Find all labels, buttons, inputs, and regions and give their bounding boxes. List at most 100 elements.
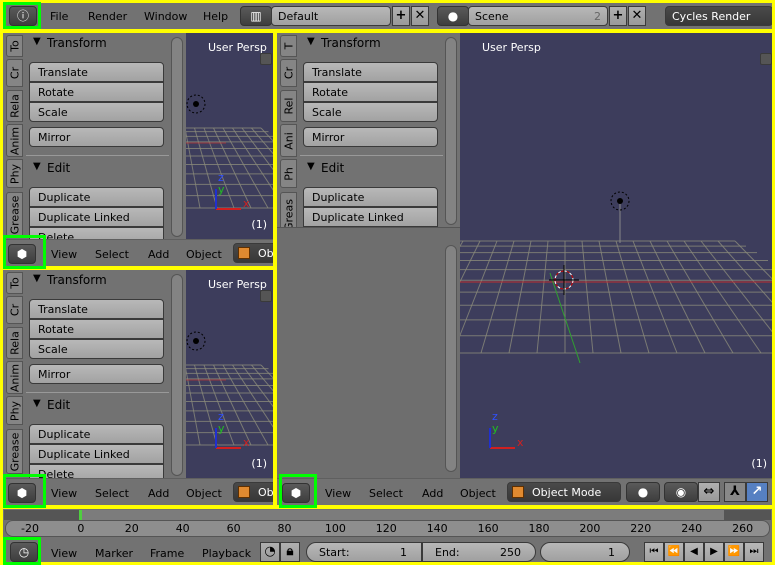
operator-scrollbar[interactable] [445, 245, 457, 472]
toolshelf-tab-4[interactable]: Phy [6, 159, 23, 188]
manipulator-toggle[interactable]: ⇔ [698, 482, 720, 502]
lock-range-button[interactable]: 🔒︎ [280, 542, 300, 562]
toolshelf-tab-1[interactable]: Cr [6, 296, 23, 324]
toolshelf-tab-0[interactable]: To [6, 35, 23, 57]
timeline-menu-view[interactable]: View [51, 547, 77, 560]
timeline-menu-frame[interactable]: Frame [150, 547, 184, 560]
viewport-shading-dropdown[interactable]: ● [626, 482, 660, 502]
toolshelf-scrollbar[interactable] [171, 274, 183, 476]
tool-button-duplicate[interactable]: Duplicate [29, 187, 164, 207]
tool-button-duplicate-linked[interactable]: Duplicate Linked [29, 207, 164, 227]
pivot-point-dropdown[interactable]: ◉ [664, 482, 698, 502]
header-menu-add[interactable]: Add [148, 487, 169, 500]
scene-button[interactable]: ● [437, 6, 469, 26]
jump-start-button[interactable]: ⏮ [644, 542, 664, 562]
timeline-menu-marker[interactable]: Marker [95, 547, 133, 560]
tool-button-translate[interactable]: Translate [303, 62, 438, 82]
toolshelf-tab-2[interactable]: Rel [280, 90, 297, 122]
start-frame-field[interactable]: Start: 1 [306, 542, 422, 562]
tool-button-duplicate-linked[interactable]: Duplicate Linked [303, 207, 438, 227]
timeline-menu-playback[interactable]: Playback [202, 547, 251, 560]
remove-scene-button[interactable]: ✕ [628, 6, 646, 26]
header-menu-object[interactable]: Object [186, 487, 222, 500]
toolshelf-scrollbar[interactable] [445, 37, 457, 225]
tool-button-delete[interactable]: Delete [29, 464, 164, 478]
menu-render[interactable]: Render [88, 10, 127, 23]
screen-layout-button[interactable]: ▥ [240, 6, 272, 26]
tool-button-mirror[interactable]: Mirror [29, 127, 164, 147]
mode-dropdown[interactable]: Object Mode [507, 482, 621, 502]
menu-help[interactable]: Help [203, 10, 228, 23]
toolshelf-tab-3[interactable]: Anim [6, 124, 23, 157]
play-reverse-button[interactable]: ◀ [684, 542, 704, 562]
header-menu-object[interactable]: Object [186, 248, 222, 261]
toolshelf-tab-2[interactable]: Rela [6, 327, 23, 359]
playhead[interactable] [79, 510, 82, 520]
add-layout-button[interactable]: + [392, 6, 410, 26]
header-menu-select[interactable]: Select [369, 487, 403, 500]
viewport-3d[interactable]: User Persp (1) x y z [460, 33, 773, 478]
header-menu-view[interactable]: View [325, 487, 351, 500]
screen-layout-field[interactable]: Default [271, 6, 391, 26]
header-menu-add[interactable]: Add [148, 248, 169, 261]
tool-button-scale[interactable]: Scale [303, 102, 438, 122]
header-menu-object[interactable]: Object [460, 487, 496, 500]
scene-field[interactable]: Scene 2 [468, 6, 608, 26]
edit-panel-header[interactable]: Edit [47, 398, 70, 412]
viewport-3d[interactable]: User Persp (1) x y z [186, 270, 273, 478]
jump-keyframe-forward-button[interactable]: ⏩ [724, 542, 744, 562]
editor-type-3d-button[interactable]: ⬢ [8, 244, 36, 264]
transform-panel-header[interactable]: Transform [47, 36, 107, 50]
toolshelf-tab-0[interactable]: T [280, 35, 297, 57]
toolshelf-tab-5[interactable]: Grease [6, 192, 23, 237]
tool-button-duplicate[interactable]: Duplicate [29, 424, 164, 444]
header-menu-select[interactable]: Select [95, 487, 129, 500]
tool-button-scale[interactable]: Scale [29, 339, 164, 359]
tool-button-mirror[interactable]: Mirror [29, 364, 164, 384]
header-menu-view[interactable]: View [51, 487, 77, 500]
transform-axes-icon[interactable]: ⅄ [724, 482, 746, 502]
tool-button-duplicate-linked[interactable]: Duplicate Linked [29, 444, 164, 464]
edit-panel-header[interactable]: Edit [47, 161, 70, 175]
end-frame-field[interactable]: End: 250 [422, 542, 536, 562]
tool-button-rotate[interactable]: Rotate [29, 82, 164, 102]
tool-button-mirror[interactable]: Mirror [303, 127, 438, 147]
menu-window[interactable]: Window [144, 10, 187, 23]
transform-panel-header[interactable]: Transform [321, 36, 381, 50]
toolshelf-tab-1[interactable]: Cr [280, 59, 297, 87]
play-button[interactable]: ▶ [704, 542, 724, 562]
toolshelf-tab-3[interactable]: Ani [280, 124, 297, 157]
tool-button-duplicate[interactable]: Duplicate [303, 187, 438, 207]
toolshelf-tab-1[interactable]: Cr [6, 59, 23, 87]
tool-button-rotate[interactable]: Rotate [29, 319, 164, 339]
render-engine-dropdown[interactable]: Cycles Render [665, 6, 773, 26]
toolshelf-scrollbar[interactable] [171, 37, 183, 237]
viewport-3d[interactable]: User Persp (1) x y z [186, 33, 273, 239]
properties-expand-button[interactable] [260, 290, 272, 302]
tool-button-delete[interactable]: Delete [29, 227, 164, 239]
toolshelf-tab-2[interactable]: Rela [6, 90, 23, 122]
timeline-area[interactable] [4, 510, 771, 520]
translate-manipulator-button[interactable]: ↗ [746, 482, 768, 502]
tool-button-translate[interactable]: Translate [29, 299, 164, 319]
toolshelf-tab-3[interactable]: Anim [6, 361, 23, 394]
editor-type-timeline-button[interactable]: ◷ [10, 542, 38, 562]
transform-panel-header[interactable]: Transform [47, 273, 107, 287]
header-menu-view[interactable]: View [51, 248, 77, 261]
tool-button-rotate[interactable]: Rotate [303, 82, 438, 102]
current-frame-field[interactable]: 1 [540, 542, 630, 562]
remove-layout-button[interactable]: ✕ [411, 6, 429, 26]
editor-type-info-button[interactable]: ⓘ [9, 6, 37, 26]
timeline-scrollbar[interactable]: -20 0 20 40 60 80 100 120 140 160 180 200 220 240 260 [5, 520, 770, 537]
toolshelf-tab-4[interactable]: Phy [6, 396, 23, 425]
jump-end-button[interactable]: ⏭ [744, 542, 764, 562]
editor-type-3d-button[interactable]: ⬢ [8, 483, 36, 503]
header-menu-add[interactable]: Add [422, 487, 443, 500]
toolshelf-tab-5[interactable]: Grease [6, 429, 23, 474]
menu-file[interactable]: File [50, 10, 68, 23]
preview-range-button[interactable]: ◔ [260, 542, 280, 562]
toolshelf-tab-4[interactable]: Ph [280, 159, 297, 188]
jump-keyframe-back-button[interactable]: ⏪ [664, 542, 684, 562]
tool-button-scale[interactable]: Scale [29, 102, 164, 122]
toolshelf-tab-0[interactable]: To [6, 272, 23, 294]
